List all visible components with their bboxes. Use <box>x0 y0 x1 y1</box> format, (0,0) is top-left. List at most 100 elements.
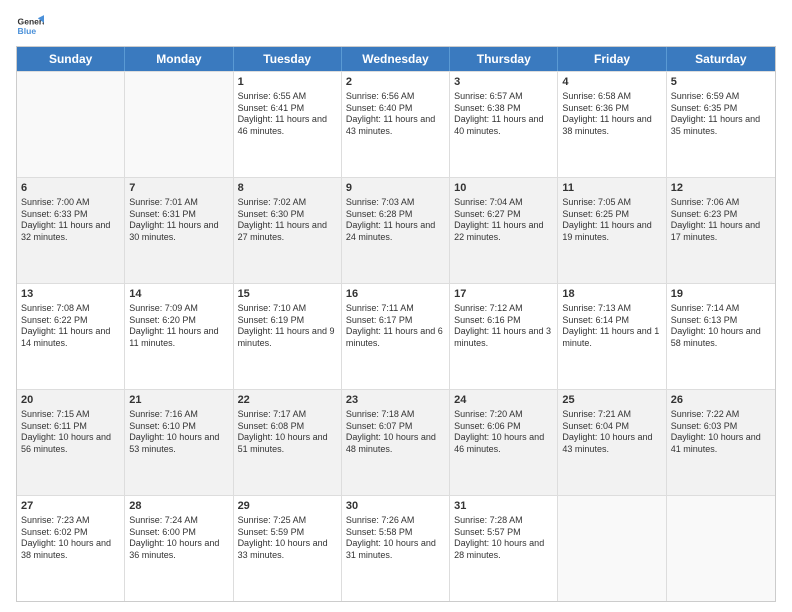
info-line: Sunrise: 7:02 AM <box>238 197 337 209</box>
day-cell-28: 28Sunrise: 7:24 AMSunset: 6:00 PMDayligh… <box>125 496 233 601</box>
day-number: 15 <box>238 287 337 302</box>
info-line: Sunset: 6:27 PM <box>454 209 553 221</box>
info-line: Sunrise: 7:09 AM <box>129 303 228 315</box>
header-cell-sunday: Sunday <box>17 47 125 71</box>
day-cell-8: 8Sunrise: 7:02 AMSunset: 6:30 PMDaylight… <box>234 178 342 283</box>
day-cell-10: 10Sunrise: 7:04 AMSunset: 6:27 PMDayligh… <box>450 178 558 283</box>
calendar-body: 1Sunrise: 6:55 AMSunset: 6:41 PMDaylight… <box>17 71 775 601</box>
info-line: Sunrise: 7:17 AM <box>238 409 337 421</box>
info-line: Sunset: 6:41 PM <box>238 103 337 115</box>
day-number: 6 <box>21 181 120 196</box>
info-line: Sunset: 6:02 PM <box>21 527 120 539</box>
info-line: Sunset: 6:11 PM <box>21 421 120 433</box>
day-cell-16: 16Sunrise: 7:11 AMSunset: 6:17 PMDayligh… <box>342 284 450 389</box>
day-number: 12 <box>671 181 771 196</box>
calendar: SundayMondayTuesdayWednesdayThursdayFrid… <box>16 46 776 602</box>
info-line: Sunrise: 7:04 AM <box>454 197 553 209</box>
info-line: Daylight: 11 hours and 32 minutes. <box>21 220 120 243</box>
info-line: Daylight: 11 hours and 11 minutes. <box>129 326 228 349</box>
day-cell-7: 7Sunrise: 7:01 AMSunset: 6:31 PMDaylight… <box>125 178 233 283</box>
calendar-row-4: 27Sunrise: 7:23 AMSunset: 6:02 PMDayligh… <box>17 495 775 601</box>
day-cell-24: 24Sunrise: 7:20 AMSunset: 6:06 PMDayligh… <box>450 390 558 495</box>
info-line: Sunset: 5:59 PM <box>238 527 337 539</box>
info-line: Sunrise: 7:26 AM <box>346 515 445 527</box>
info-line: Sunrise: 7:11 AM <box>346 303 445 315</box>
info-line: Sunset: 6:25 PM <box>562 209 661 221</box>
info-line: Sunrise: 7:20 AM <box>454 409 553 421</box>
info-line: Daylight: 10 hours and 33 minutes. <box>238 538 337 561</box>
info-line: Sunrise: 7:03 AM <box>346 197 445 209</box>
day-number: 14 <box>129 287 228 302</box>
day-cell-20: 20Sunrise: 7:15 AMSunset: 6:11 PMDayligh… <box>17 390 125 495</box>
info-line: Daylight: 11 hours and 19 minutes. <box>562 220 661 243</box>
info-line: Sunrise: 7:12 AM <box>454 303 553 315</box>
info-line: Sunset: 6:06 PM <box>454 421 553 433</box>
info-line: Sunrise: 7:10 AM <box>238 303 337 315</box>
info-line: Sunset: 6:14 PM <box>562 315 661 327</box>
day-cell-30: 30Sunrise: 7:26 AMSunset: 5:58 PMDayligh… <box>342 496 450 601</box>
day-number: 18 <box>562 287 661 302</box>
info-line: Sunset: 6:16 PM <box>454 315 553 327</box>
info-line: Daylight: 10 hours and 51 minutes. <box>238 432 337 455</box>
header-cell-saturday: Saturday <box>667 47 775 71</box>
info-line: Sunrise: 7:23 AM <box>21 515 120 527</box>
info-line: Sunset: 6:00 PM <box>129 527 228 539</box>
day-number: 4 <box>562 75 661 90</box>
info-line: Daylight: 10 hours and 36 minutes. <box>129 538 228 561</box>
info-line: Sunrise: 7:14 AM <box>671 303 771 315</box>
day-number: 21 <box>129 393 228 408</box>
empty-cell <box>17 72 125 177</box>
info-line: Daylight: 10 hours and 53 minutes. <box>129 432 228 455</box>
info-line: Daylight: 10 hours and 46 minutes. <box>454 432 553 455</box>
info-line: Daylight: 11 hours and 6 minutes. <box>346 326 445 349</box>
info-line: Daylight: 11 hours and 35 minutes. <box>671 114 771 137</box>
day-number: 16 <box>346 287 445 302</box>
info-line: Daylight: 10 hours and 41 minutes. <box>671 432 771 455</box>
day-cell-13: 13Sunrise: 7:08 AMSunset: 6:22 PMDayligh… <box>17 284 125 389</box>
day-number: 9 <box>346 181 445 196</box>
header-cell-wednesday: Wednesday <box>342 47 450 71</box>
header-cell-friday: Friday <box>558 47 666 71</box>
info-line: Sunset: 6:23 PM <box>671 209 771 221</box>
day-number: 30 <box>346 499 445 514</box>
info-line: Sunrise: 6:58 AM <box>562 91 661 103</box>
day-number: 26 <box>671 393 771 408</box>
info-line: Daylight: 11 hours and 1 minute. <box>562 326 661 349</box>
day-cell-31: 31Sunrise: 7:28 AMSunset: 5:57 PMDayligh… <box>450 496 558 601</box>
info-line: Daylight: 11 hours and 17 minutes. <box>671 220 771 243</box>
day-number: 11 <box>562 181 661 196</box>
day-number: 24 <box>454 393 553 408</box>
calendar-row-1: 6Sunrise: 7:00 AMSunset: 6:33 PMDaylight… <box>17 177 775 283</box>
info-line: Daylight: 11 hours and 3 minutes. <box>454 326 553 349</box>
info-line: Sunset: 6:36 PM <box>562 103 661 115</box>
day-number: 10 <box>454 181 553 196</box>
info-line: Sunrise: 7:22 AM <box>671 409 771 421</box>
header-cell-tuesday: Tuesday <box>234 47 342 71</box>
info-line: Sunrise: 6:56 AM <box>346 91 445 103</box>
info-line: Sunset: 6:07 PM <box>346 421 445 433</box>
header: General Blue <box>16 12 776 40</box>
info-line: Daylight: 10 hours and 58 minutes. <box>671 326 771 349</box>
day-cell-15: 15Sunrise: 7:10 AMSunset: 6:19 PMDayligh… <box>234 284 342 389</box>
info-line: Sunrise: 7:05 AM <box>562 197 661 209</box>
day-cell-27: 27Sunrise: 7:23 AMSunset: 6:02 PMDayligh… <box>17 496 125 601</box>
day-number: 23 <box>346 393 445 408</box>
calendar-row-2: 13Sunrise: 7:08 AMSunset: 6:22 PMDayligh… <box>17 283 775 389</box>
info-line: Sunrise: 7:06 AM <box>671 197 771 209</box>
day-number: 29 <box>238 499 337 514</box>
day-cell-23: 23Sunrise: 7:18 AMSunset: 6:07 PMDayligh… <box>342 390 450 495</box>
day-number: 22 <box>238 393 337 408</box>
calendar-row-3: 20Sunrise: 7:15 AMSunset: 6:11 PMDayligh… <box>17 389 775 495</box>
empty-cell <box>558 496 666 601</box>
day-number: 8 <box>238 181 337 196</box>
day-cell-3: 3Sunrise: 6:57 AMSunset: 6:38 PMDaylight… <box>450 72 558 177</box>
day-cell-4: 4Sunrise: 6:58 AMSunset: 6:36 PMDaylight… <box>558 72 666 177</box>
day-cell-26: 26Sunrise: 7:22 AMSunset: 6:03 PMDayligh… <box>667 390 775 495</box>
day-cell-12: 12Sunrise: 7:06 AMSunset: 6:23 PMDayligh… <box>667 178 775 283</box>
info-line: Sunset: 6:10 PM <box>129 421 228 433</box>
day-number: 28 <box>129 499 228 514</box>
info-line: Sunrise: 7:25 AM <box>238 515 337 527</box>
info-line: Daylight: 11 hours and 30 minutes. <box>129 220 228 243</box>
info-line: Daylight: 11 hours and 9 minutes. <box>238 326 337 349</box>
day-cell-1: 1Sunrise: 6:55 AMSunset: 6:41 PMDaylight… <box>234 72 342 177</box>
